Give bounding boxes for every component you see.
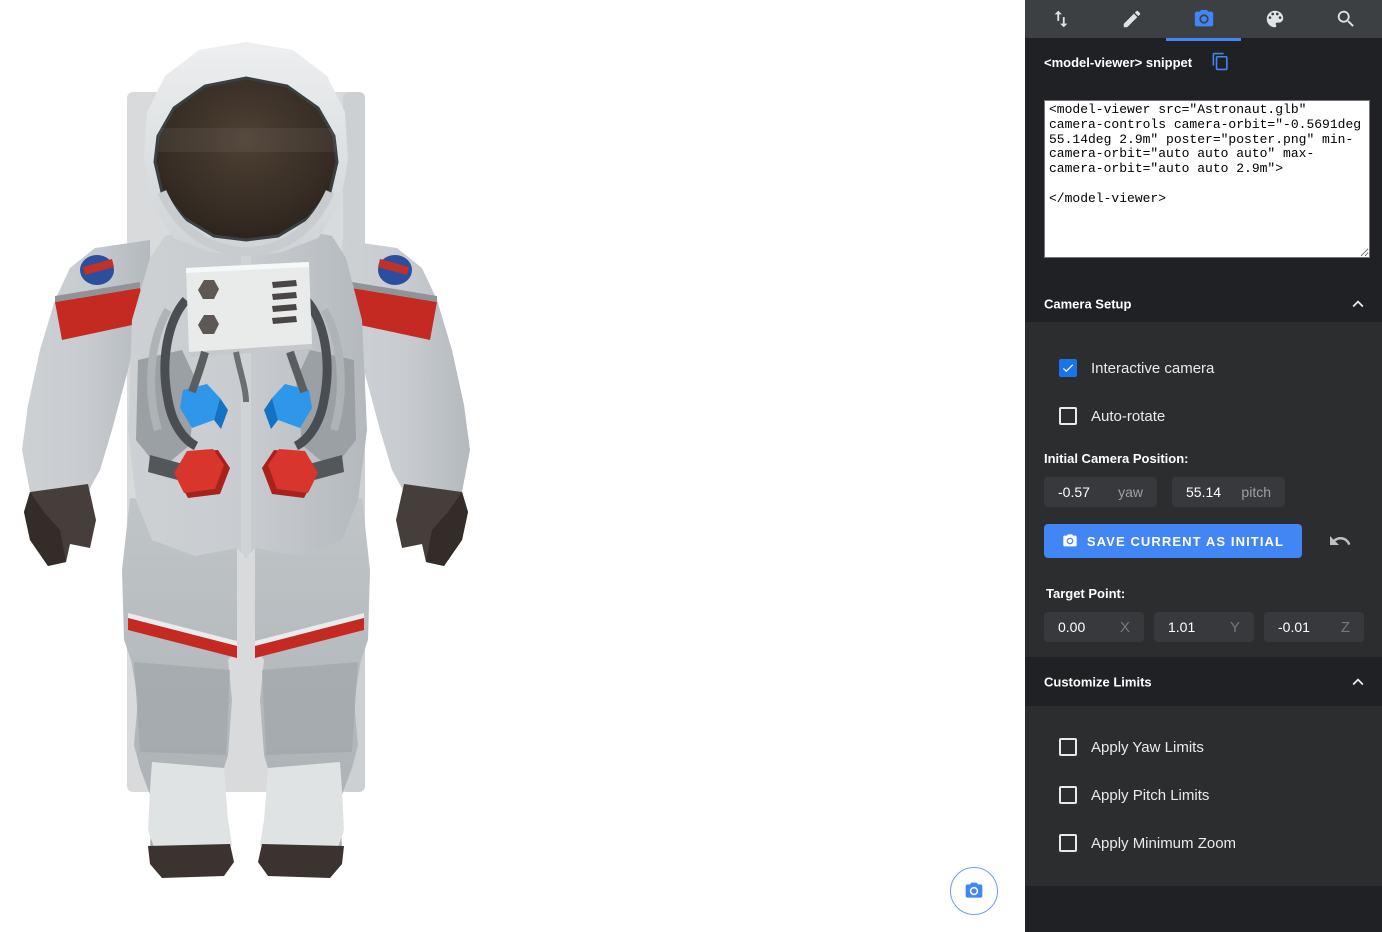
- target-z-value: -0.01: [1264, 619, 1310, 635]
- astronaut-model[interactable]: [0, 0, 1025, 932]
- target-y-input[interactable]: 1.01 Y: [1154, 612, 1254, 642]
- camera-icon: [1193, 8, 1215, 30]
- screenshot-fab-button[interactable]: [950, 867, 998, 915]
- yaw-value: -0.57: [1044, 484, 1090, 500]
- copy-icon: [1211, 52, 1230, 71]
- palette-icon: [1264, 8, 1286, 30]
- camera-icon: [964, 881, 984, 901]
- tab-inspector[interactable]: [1311, 0, 1382, 38]
- tab-materials[interactable]: [1239, 0, 1310, 38]
- apply-pitch-limits-checkbox[interactable]: [1059, 786, 1077, 804]
- target-x-value: 0.00: [1044, 619, 1085, 635]
- chevron-up-icon[interactable]: [1347, 671, 1369, 693]
- import-export-icon: [1050, 8, 1072, 30]
- yaw-unit: yaw: [1118, 484, 1157, 500]
- pitch-input[interactable]: 55.14 pitch: [1172, 477, 1285, 507]
- active-tab-indicator: [1166, 38, 1241, 41]
- apply-yaw-limits-label: Apply Yaw Limits: [1091, 739, 1204, 757]
- camera-setup-header[interactable]: Camera Setup: [1025, 285, 1382, 322]
- customize-limits-title: Customize Limits: [1044, 674, 1152, 689]
- apply-yaw-limits-checkbox[interactable]: [1059, 738, 1077, 756]
- chevron-up-icon[interactable]: [1347, 293, 1369, 315]
- customize-limits-header[interactable]: Customize Limits: [1025, 657, 1382, 706]
- auto-rotate-checkbox[interactable]: [1059, 407, 1077, 425]
- target-y-unit: Y: [1230, 619, 1254, 636]
- target-z-unit: Z: [1341, 619, 1364, 636]
- apply-minimum-zoom-label: Apply Minimum Zoom: [1091, 835, 1236, 853]
- yaw-input[interactable]: -0.57 yaw: [1044, 477, 1157, 507]
- interactive-camera-label: Interactive camera: [1091, 360, 1214, 378]
- apply-pitch-limits-label: Apply Pitch Limits: [1091, 787, 1209, 805]
- model-viewer-canvas[interactable]: [0, 0, 1025, 932]
- initial-camera-position-label: Initial Camera Position:: [1044, 451, 1188, 466]
- tab-edit[interactable]: [1096, 0, 1167, 38]
- save-current-as-initial-button[interactable]: SAVE CURRENT AS INITIAL: [1044, 524, 1302, 558]
- astronaut-helmet: [144, 42, 348, 256]
- edit-pencil-icon: [1121, 8, 1143, 30]
- editor-side-panel: <model-viewer> snippet <model-viewer src…: [1025, 0, 1382, 932]
- target-x-input[interactable]: 0.00 X: [1044, 612, 1144, 642]
- panel-tab-bar: [1025, 0, 1382, 38]
- tab-camera[interactable]: [1168, 0, 1239, 38]
- pitch-unit: pitch: [1241, 484, 1285, 500]
- camera-setup-title: Camera Setup: [1044, 296, 1131, 311]
- model-viewer-snippet-code[interactable]: <model-viewer src="Astronaut.glb" camera…: [1044, 100, 1370, 258]
- target-z-input[interactable]: -0.01 Z: [1264, 612, 1364, 642]
- tab-import-export[interactable]: [1025, 0, 1096, 38]
- copy-snippet-button[interactable]: [1211, 52, 1233, 74]
- target-y-value: 1.01: [1154, 619, 1195, 635]
- undo-icon: [1328, 529, 1352, 553]
- apply-minimum-zoom-checkbox[interactable]: [1059, 834, 1077, 852]
- save-button-label: SAVE CURRENT AS INITIAL: [1087, 534, 1284, 549]
- search-icon: [1335, 8, 1357, 30]
- target-x-unit: X: [1120, 619, 1144, 636]
- pitch-value: 55.14: [1172, 484, 1221, 500]
- undo-camera-button[interactable]: [1328, 529, 1352, 553]
- target-point-label: Target Point:: [1046, 586, 1125, 601]
- auto-rotate-label: Auto-rotate: [1091, 408, 1165, 426]
- checkmark-icon: [1061, 361, 1075, 375]
- snippet-title: <model-viewer> snippet: [1044, 55, 1192, 70]
- astronaut-visor: [155, 78, 337, 240]
- camera-icon: [1062, 533, 1078, 549]
- interactive-camera-checkbox[interactable]: [1059, 359, 1077, 377]
